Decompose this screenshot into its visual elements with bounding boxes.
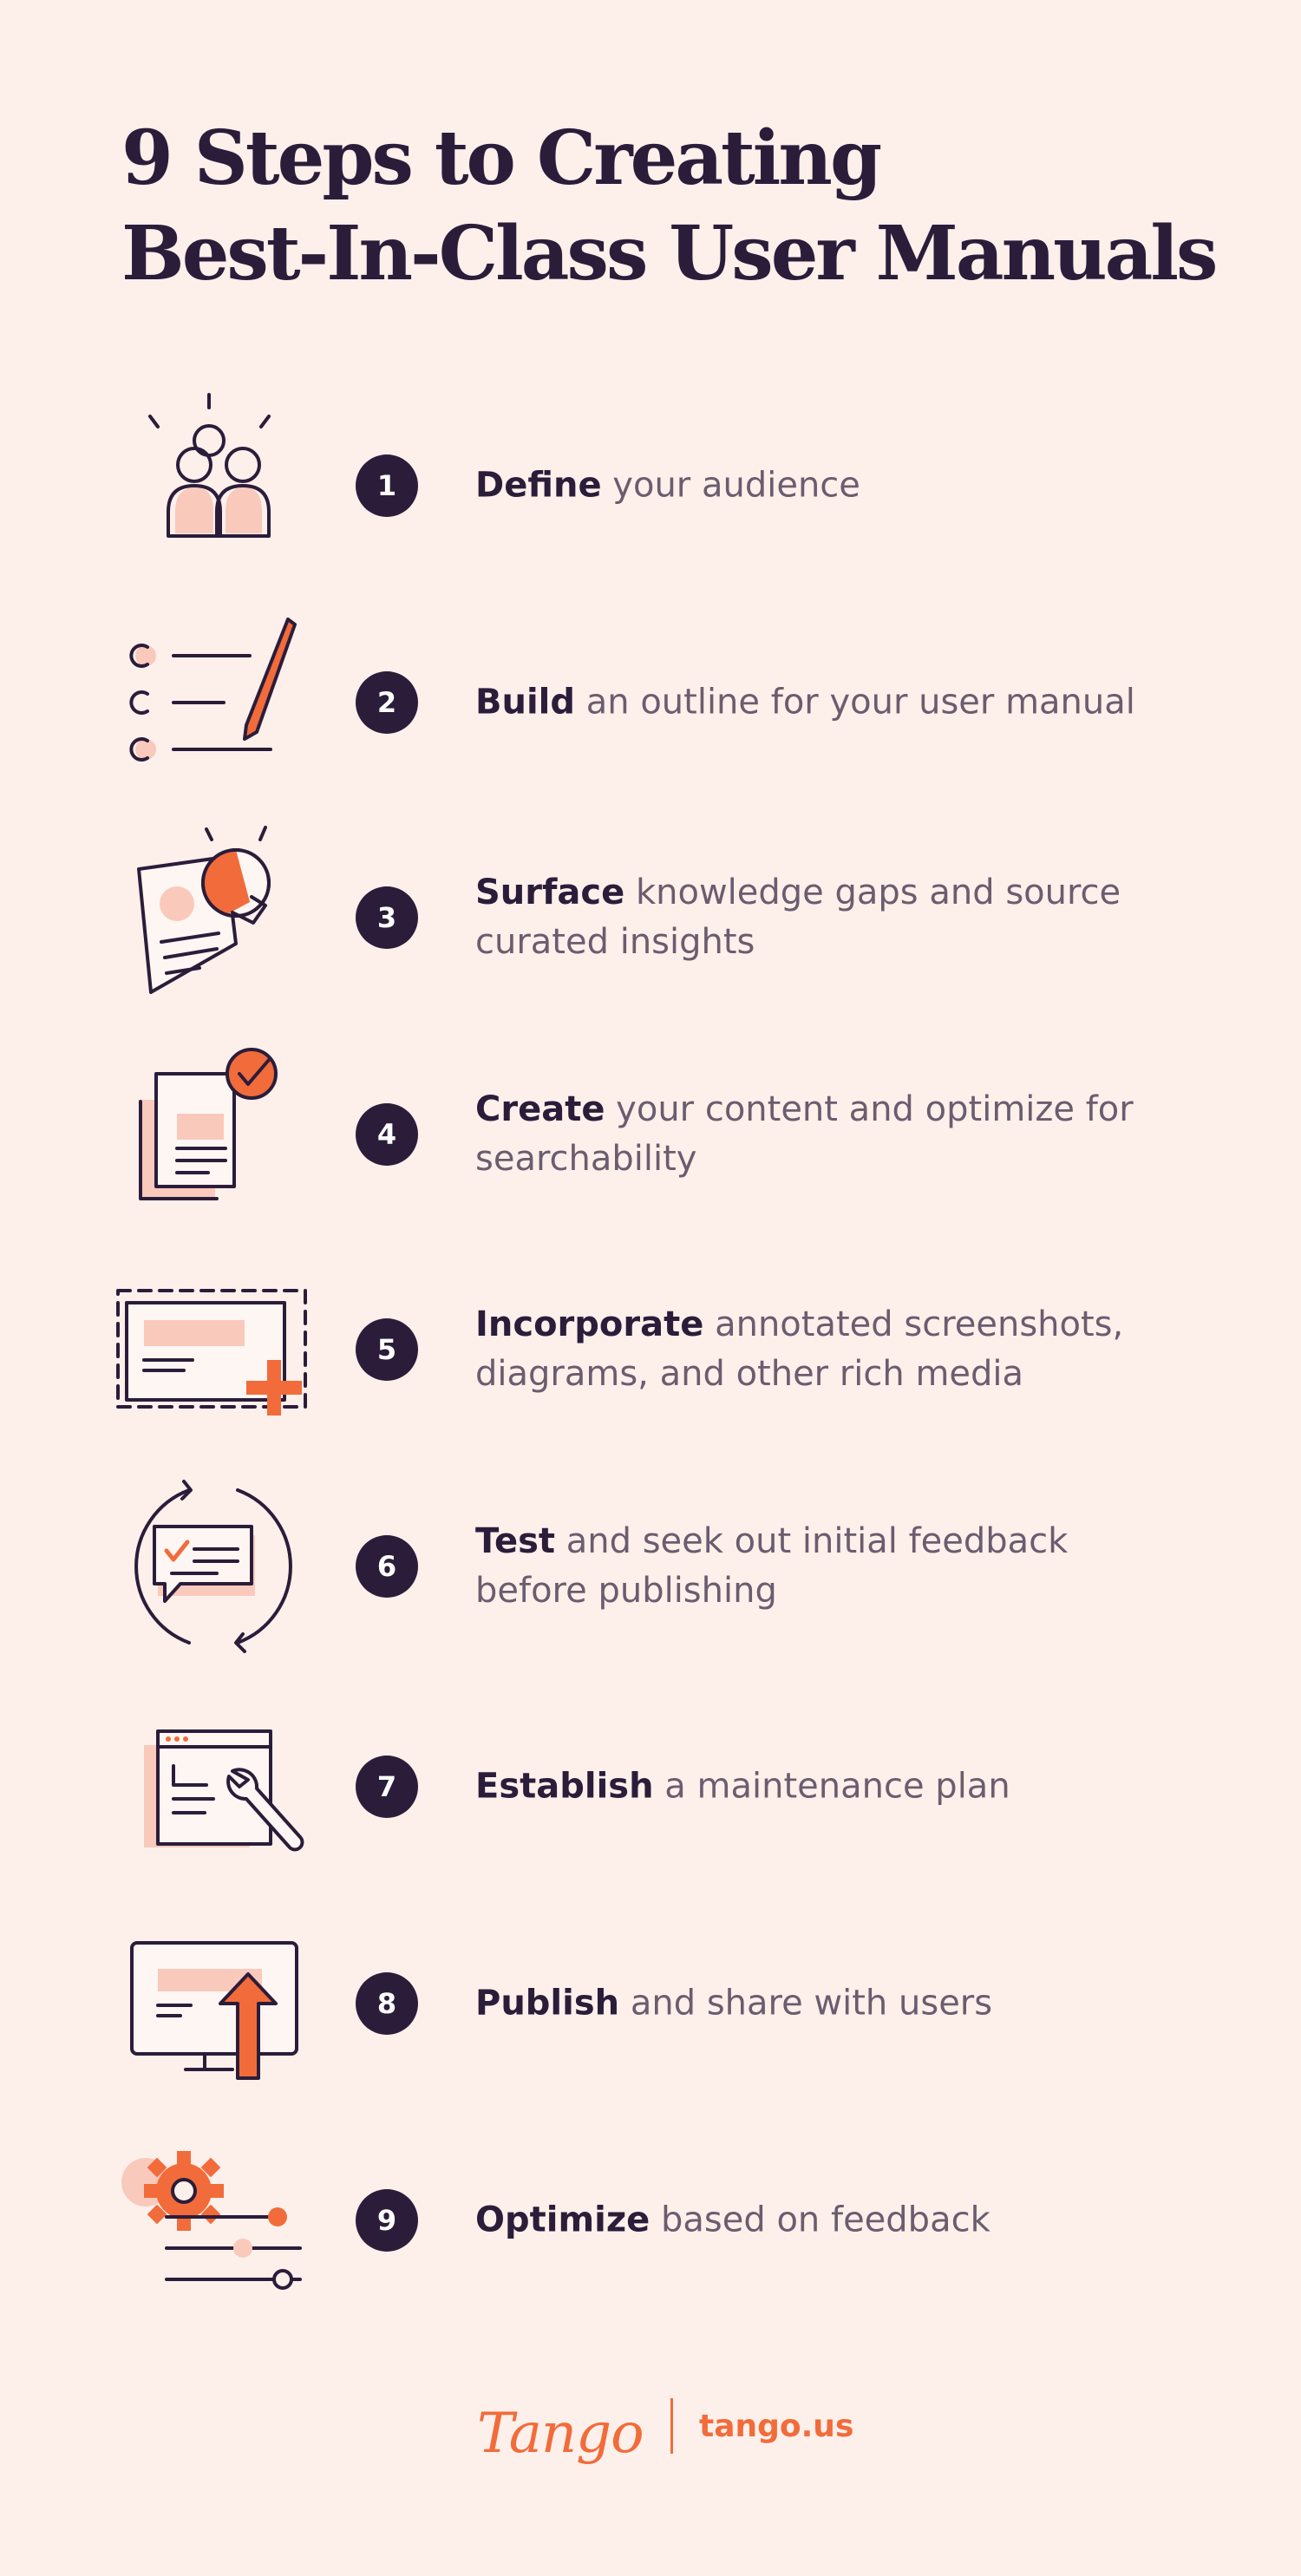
- step-number-badge: 8: [356, 1972, 418, 2035]
- step-action: Optimize: [475, 2200, 650, 2240]
- step-text: Publish and share with users: [475, 1979, 1169, 2029]
- page-title: 9 Steps to Creating Best-In-Class User M…: [121, 111, 1218, 302]
- footer-divider: [670, 2398, 673, 2454]
- step-action: Create: [475, 1089, 605, 1129]
- document-checkmark-icon: [104, 1039, 321, 1230]
- step-action: Publish: [475, 1983, 620, 2024]
- step-action: Establish: [475, 1766, 654, 1807]
- step-number-badge: 4: [356, 1103, 418, 1166]
- step-text: Create your content and optimize for sea…: [475, 1085, 1169, 1184]
- step-7: 7 Establish a maintenance plan: [0, 1691, 1301, 1882]
- audience-icon: [104, 390, 321, 581]
- step-text: Test and seek out initial feedback befor…: [475, 1517, 1169, 1616]
- footer-url-link[interactable]: tango.us: [699, 2409, 853, 2444]
- step-description: and share with users: [619, 1983, 993, 2024]
- step-9: 9 Optimize based on feedback: [0, 2125, 1301, 2316]
- outline-checklist-icon: [104, 607, 321, 798]
- step-action: Test: [475, 1521, 556, 1561]
- settings-gear-icon: [104, 2125, 321, 2316]
- step-action: Build: [475, 682, 576, 722]
- step-description: an outline for your user manual: [575, 682, 1135, 722]
- step-number-badge: 1: [356, 454, 418, 517]
- step-text: Build an outline for your user manual: [475, 678, 1169, 728]
- step-2: 2 Build an outline for your user manual: [0, 607, 1301, 798]
- lightbulb-document-icon: [104, 822, 321, 1013]
- step-1: 1 Define your audience: [0, 390, 1301, 581]
- step-text: Incorporate annotated screenshots, diagr…: [475, 1300, 1169, 1399]
- step-6: 6 Test and seek out initial feedback bef…: [0, 1471, 1301, 1662]
- maintenance-wrench-icon: [104, 1691, 321, 1882]
- step-text: Establish a maintenance plan: [475, 1762, 1169, 1812]
- step-action: Define: [475, 465, 602, 506]
- step-action: Surface: [475, 873, 625, 912]
- step-text: Optimize based on feedback: [475, 2196, 1169, 2246]
- step-text: Define your audience: [475, 461, 1169, 511]
- step-action: Incorporate: [475, 1304, 704, 1344]
- step-number-badge: 7: [356, 1755, 418, 1818]
- page-title-line-1: 9 Steps to Creating: [121, 114, 882, 202]
- step-text: Surface knowledge gaps and source curate…: [475, 868, 1169, 967]
- step-description: your audience: [601, 465, 860, 506]
- add-media-icon: [104, 1254, 321, 1445]
- step-number-badge: 9: [356, 2189, 418, 2252]
- step-description: and seek out initial feedback before pub…: [475, 1521, 1069, 1611]
- step-description: based on feedback: [650, 2200, 990, 2240]
- step-4: 4 Create your content and optimize for s…: [0, 1039, 1301, 1230]
- step-description: a maintenance plan: [653, 1766, 1010, 1807]
- step-5: 5 Incorporate annotated screenshots, dia…: [0, 1254, 1301, 1445]
- tango-logo[interactable]: Tango: [477, 2402, 644, 2466]
- step-8: 8 Publish and share with users: [0, 1908, 1301, 2099]
- page-title-line-2: Best-In-Class User Manuals: [121, 210, 1218, 297]
- step-number-badge: 5: [356, 1318, 418, 1381]
- step-3: 3 Surface knowledge gaps and source cura…: [0, 822, 1301, 1013]
- publish-upload-icon: [104, 1908, 321, 2099]
- step-number-badge: 3: [356, 886, 418, 949]
- feedback-cycle-icon: [104, 1471, 321, 1662]
- step-number-badge: 6: [356, 1535, 418, 1598]
- footer: Tango tango.us: [0, 2390, 1301, 2476]
- step-number-badge: 2: [356, 671, 418, 734]
